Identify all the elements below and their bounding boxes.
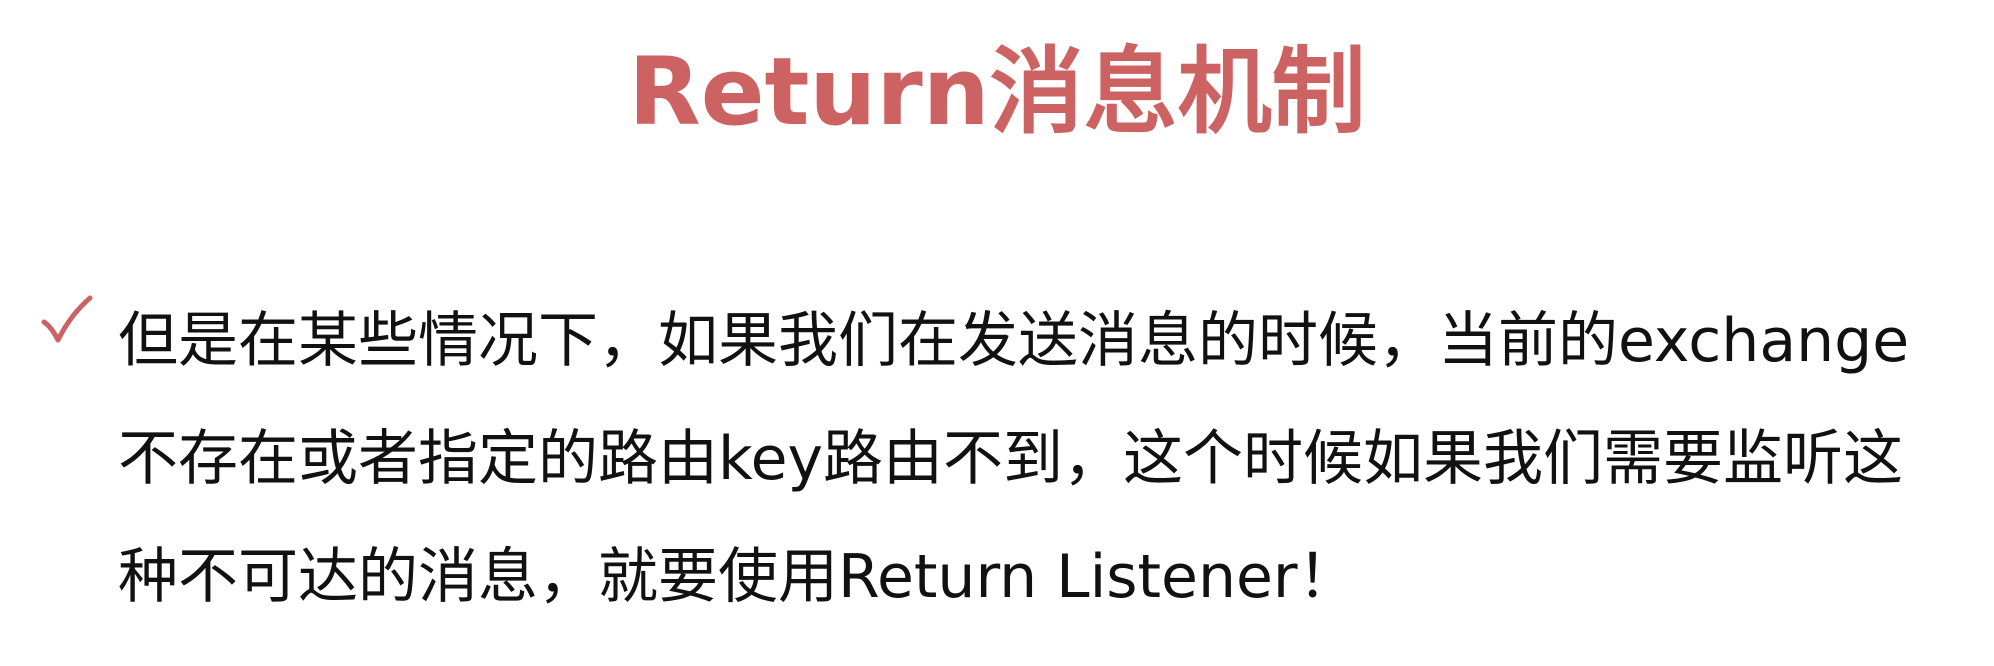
check-mark-icon (38, 288, 98, 358)
body-line-1: 但是在某些情况下，如果我们在发送消息的时候，当前的exchange (118, 306, 1910, 376)
slide-title: Return消息机制 (628, 38, 1366, 147)
bullet-paragraph: 但是在某些情况下，如果我们在发送消息的时候，当前的exchange 不存在或者指… (118, 282, 1968, 636)
body-line-2: 不存在或者指定的路由key路由不到，这个时候如果我们需要监听这 (118, 424, 1904, 494)
body-line-3: 种不可达的消息，就要使用Return Listener！ (118, 542, 1358, 612)
slide: Return消息机制 但是在某些情况下，如果我们在发送消息的时候，当前的exch… (0, 0, 1994, 666)
